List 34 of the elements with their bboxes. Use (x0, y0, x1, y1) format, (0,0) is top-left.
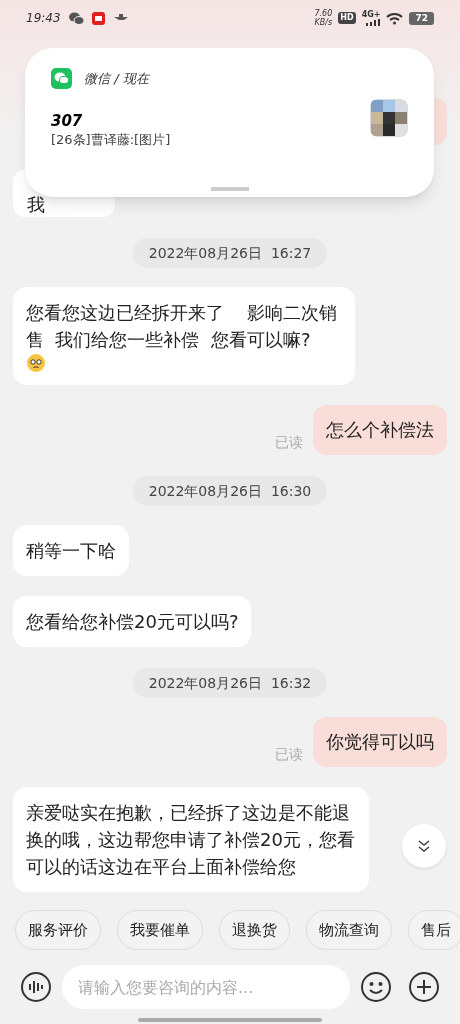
network-type: 4G+ (361, 10, 381, 19)
signal-icon (366, 18, 381, 26)
timestamp: 2022年08月26日 16:27 (132, 238, 328, 268)
quick-reply-chip[interactable]: 服务评价 (15, 910, 101, 950)
message-text: 您看您这边已经拆开来了 影响二次销售 我们给您一些补偿 您看可以嘛? (26, 301, 338, 352)
plus-icon[interactable] (408, 971, 440, 1003)
message-input[interactable]: 请输入您要咨询的内容... (62, 965, 350, 1009)
timestamp: 2022年08月26日 16:32 (132, 668, 328, 698)
quick-reply-chip[interactable]: 我要催单 (117, 910, 203, 950)
chat-app-icon (51, 68, 72, 89)
message-text: 怎么个补偿法 (313, 405, 447, 455)
message-text: 你觉得可以吗 (313, 717, 447, 767)
clock: 19:43 (26, 10, 61, 27)
voice-icon[interactable] (20, 971, 52, 1003)
chat-bubbles-icon (68, 11, 84, 25)
timestamp: 2022年08月26日 16:30 (132, 476, 328, 506)
speed-unit: KB/s (314, 18, 333, 27)
notification-message: [26条]曹译藤:[图片] (51, 131, 172, 149)
emoji-icon[interactable] (360, 971, 392, 1003)
quick-reply-chip[interactable]: 售后 (408, 910, 460, 950)
read-receipt: 已读 (275, 433, 303, 452)
drag-handle[interactable] (211, 187, 249, 191)
notification-title: 307 (51, 111, 84, 131)
network-speed: 7.60 (314, 9, 333, 18)
message-text: 稍等一下哈 (13, 525, 129, 576)
double-chevron-down-icon (417, 839, 431, 853)
wifi-icon (386, 11, 404, 25)
message-text: 亲爱哒实在抱歉，已经拆了这边是不能退换的哦，这边帮您申请了补偿20元，您看可以的话这边在平台上面补偿给您 (13, 787, 369, 892)
message-text: 您看给您补偿20元可以吗? (13, 596, 252, 647)
hd-badge: HD (338, 12, 356, 24)
read-receipt: 已读 (275, 745, 303, 764)
notification-app: 微信 / 现在 (84, 69, 149, 88)
quick-reply-chip[interactable]: 物流查询 (306, 910, 392, 950)
quick-reply-chip[interactable]: 退换货 (219, 910, 290, 950)
